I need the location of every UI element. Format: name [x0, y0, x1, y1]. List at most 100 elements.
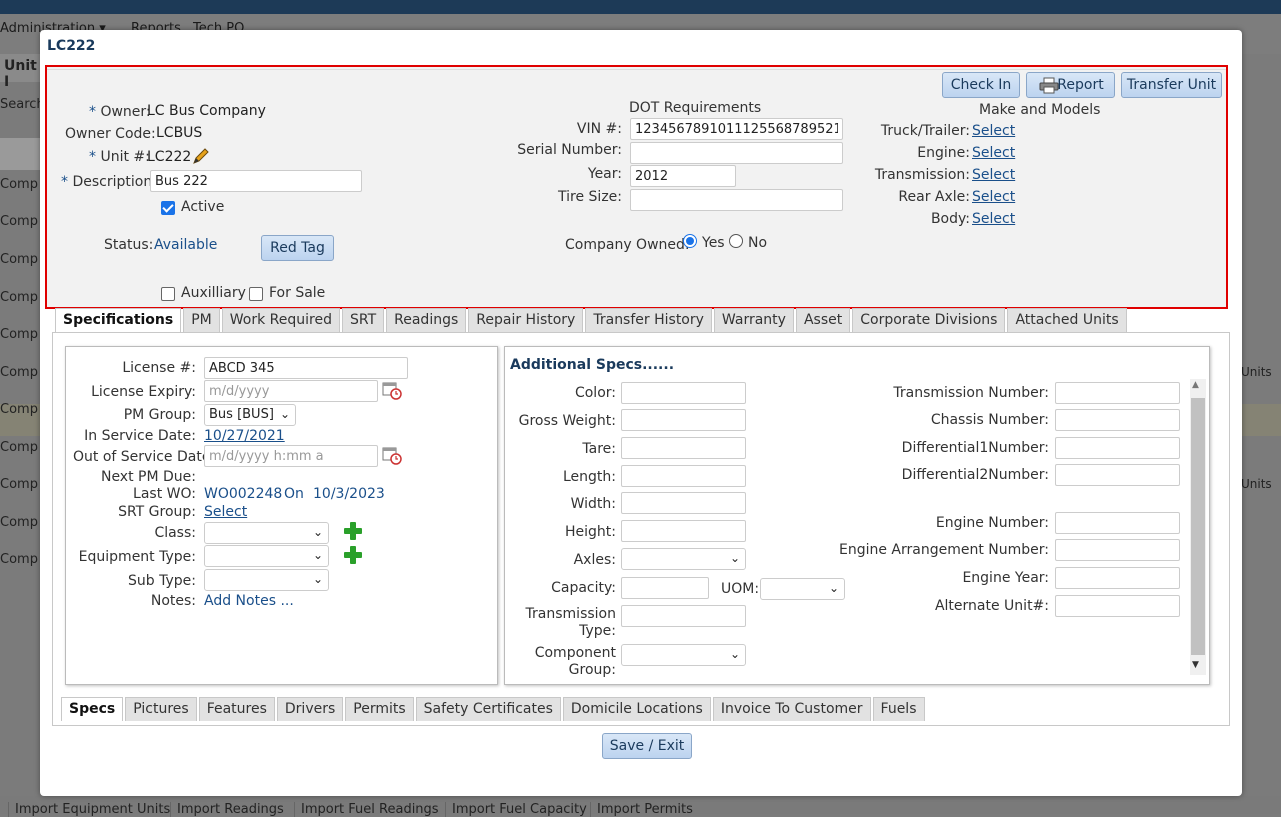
for-sale-checkbox[interactable] [249, 287, 263, 301]
tab-srt[interactable]: SRT [341, 308, 385, 332]
engine-year-label: Engine Year: [962, 570, 1049, 586]
company-owned-no-radio[interactable] [729, 234, 743, 248]
tab-asset[interactable]: Asset [795, 308, 851, 332]
add-notes-link[interactable]: Add Notes ... [204, 593, 294, 609]
engine-number-input[interactable] [1055, 512, 1180, 534]
axles-select[interactable]: ⌄ [621, 548, 746, 570]
transmission-select-link[interactable]: Select [972, 167, 1015, 183]
dot-requirements-title: DOT Requirements [629, 100, 762, 116]
transfer-unit-button[interactable]: Transfer Unit [1121, 72, 1222, 98]
company-owned-yes-radio[interactable] [683, 234, 697, 248]
tab-pictures[interactable]: Pictures [125, 697, 197, 721]
component-group-select[interactable]: ⌄ [621, 644, 746, 666]
differential1-number-input[interactable] [1055, 437, 1180, 459]
description-input[interactable] [150, 170, 362, 192]
tab-fuels[interactable]: Fuels [872, 697, 925, 721]
rear-axle-select-link[interactable]: Select [972, 189, 1015, 205]
license-label: License #: [122, 360, 196, 376]
background-row-text: Comp [0, 177, 38, 192]
out-of-service-date-input[interactable] [204, 445, 378, 467]
tab-safety-certificates[interactable]: Safety Certificates [415, 697, 561, 721]
tab-warranty[interactable]: Warranty [713, 308, 794, 332]
tare-input[interactable] [621, 437, 746, 459]
last-wo-value: WO002248 [204, 486, 283, 502]
year-input[interactable] [630, 165, 736, 187]
specs-scrollbar-thumb[interactable] [1191, 398, 1205, 655]
tab-specs[interactable]: Specs [61, 697, 124, 721]
save-exit-button[interactable]: Save / Exit [602, 733, 692, 759]
tab-drivers[interactable]: Drivers [276, 697, 344, 721]
owner-code-label: Owner Code: [65, 126, 156, 142]
bottom-tab[interactable]: Import Fuel Capacity [445, 802, 593, 817]
tab-specifications[interactable]: Specifications [55, 308, 182, 332]
tire-size-input[interactable] [630, 189, 843, 211]
tab-readings[interactable]: Readings [386, 308, 467, 332]
calendar-clock-icon[interactable] [382, 380, 402, 400]
tab-domicile-locations[interactable]: Domicile Locations [562, 697, 711, 721]
bottom-tab[interactable]: Import Fuel Readings [294, 802, 445, 817]
length-input[interactable] [621, 465, 746, 487]
no-label: No [748, 235, 768, 251]
chevron-down-icon: ⌄ [729, 647, 740, 661]
gross-weight-input[interactable] [621, 409, 746, 431]
bottom-tab[interactable]: Import Equipment Units [8, 802, 176, 817]
edit-pencil-icon[interactable] [191, 146, 211, 166]
background-row-text: Comp [0, 515, 38, 530]
year-label: Year: [587, 166, 622, 182]
license-expiry-input[interactable] [204, 380, 378, 402]
active-checkbox[interactable] [161, 201, 175, 215]
scroll-up-icon[interactable]: ▲ [1192, 380, 1199, 390]
auxiliary-checkbox[interactable] [161, 287, 175, 301]
report-button[interactable]: Report [1026, 72, 1115, 98]
class-select[interactable]: ⌄ [204, 522, 329, 544]
truck-trailer-select-link[interactable]: Select [972, 123, 1015, 139]
red-tag-button[interactable]: Red Tag [261, 235, 334, 261]
scroll-down-icon[interactable]: ▼ [1192, 660, 1199, 670]
add-class-icon[interactable] [344, 522, 362, 540]
transmission-label: Transmission: [874, 167, 970, 183]
tab-corporate-divisions[interactable]: Corporate Divisions [852, 308, 1006, 332]
tab-attached-units[interactable]: Attached Units [1007, 308, 1127, 332]
bottom-tab[interactable]: Import Permits [590, 802, 699, 817]
vin-input[interactable] [630, 118, 843, 140]
tab-pm[interactable]: PM [183, 308, 220, 332]
owner-code-value: LCBUS [156, 125, 203, 141]
capacity-input[interactable] [621, 577, 709, 599]
srt-group-label: SRT Group: [118, 504, 196, 520]
height-input[interactable] [621, 520, 746, 542]
equipment-type-select[interactable]: ⌄ [204, 545, 329, 567]
chassis-number-label: Chassis Number: [930, 412, 1049, 428]
tab-work-required[interactable]: Work Required [221, 308, 340, 332]
description-label: * Description: [61, 174, 157, 190]
in-service-date-link[interactable]: 10/27/2021 [204, 428, 285, 444]
color-input[interactable] [621, 382, 746, 404]
srt-group-select-link[interactable]: Select [204, 504, 247, 520]
body-select-link[interactable]: Select [972, 211, 1015, 227]
component-group-label: Group: [568, 662, 616, 678]
chassis-number-input[interactable] [1055, 409, 1180, 431]
add-equipment-type-icon[interactable] [344, 546, 362, 564]
tab-invoice-to-customer[interactable]: Invoice To Customer [712, 697, 871, 721]
differential2-number-input[interactable] [1055, 464, 1180, 486]
transmission-number-input[interactable] [1055, 382, 1180, 404]
chevron-down-icon: ⌄ [312, 572, 323, 586]
tab-repair-history[interactable]: Repair History [468, 308, 584, 332]
width-input[interactable] [621, 492, 746, 514]
engine-select-link[interactable]: Select [972, 145, 1015, 161]
engine-year-input[interactable] [1055, 567, 1180, 589]
calendar-clock-icon[interactable] [382, 445, 402, 465]
engine-arrangement-number-input[interactable] [1055, 539, 1180, 561]
differential1-number-label: Differential1Number: [901, 440, 1049, 456]
license-input[interactable] [204, 357, 408, 379]
alternate-unit-input[interactable] [1055, 595, 1180, 617]
tab-permits[interactable]: Permits [345, 697, 414, 721]
transmission-type-input[interactable] [621, 605, 746, 627]
tab-features[interactable]: Features [198, 697, 275, 721]
pm-group-select[interactable]: Bus [BUS] ⌄ [204, 404, 296, 426]
bottom-tab[interactable]: Import Readings [170, 802, 290, 817]
sub-type-select[interactable]: ⌄ [204, 569, 329, 591]
check-in-button[interactable]: Check In [942, 72, 1020, 98]
serial-number-input[interactable] [630, 142, 843, 164]
unit-edit-dialog: LC222 Check In Report Transfer Unit * Ow… [40, 30, 1242, 796]
tab-transfer-history[interactable]: Transfer History [585, 308, 712, 332]
